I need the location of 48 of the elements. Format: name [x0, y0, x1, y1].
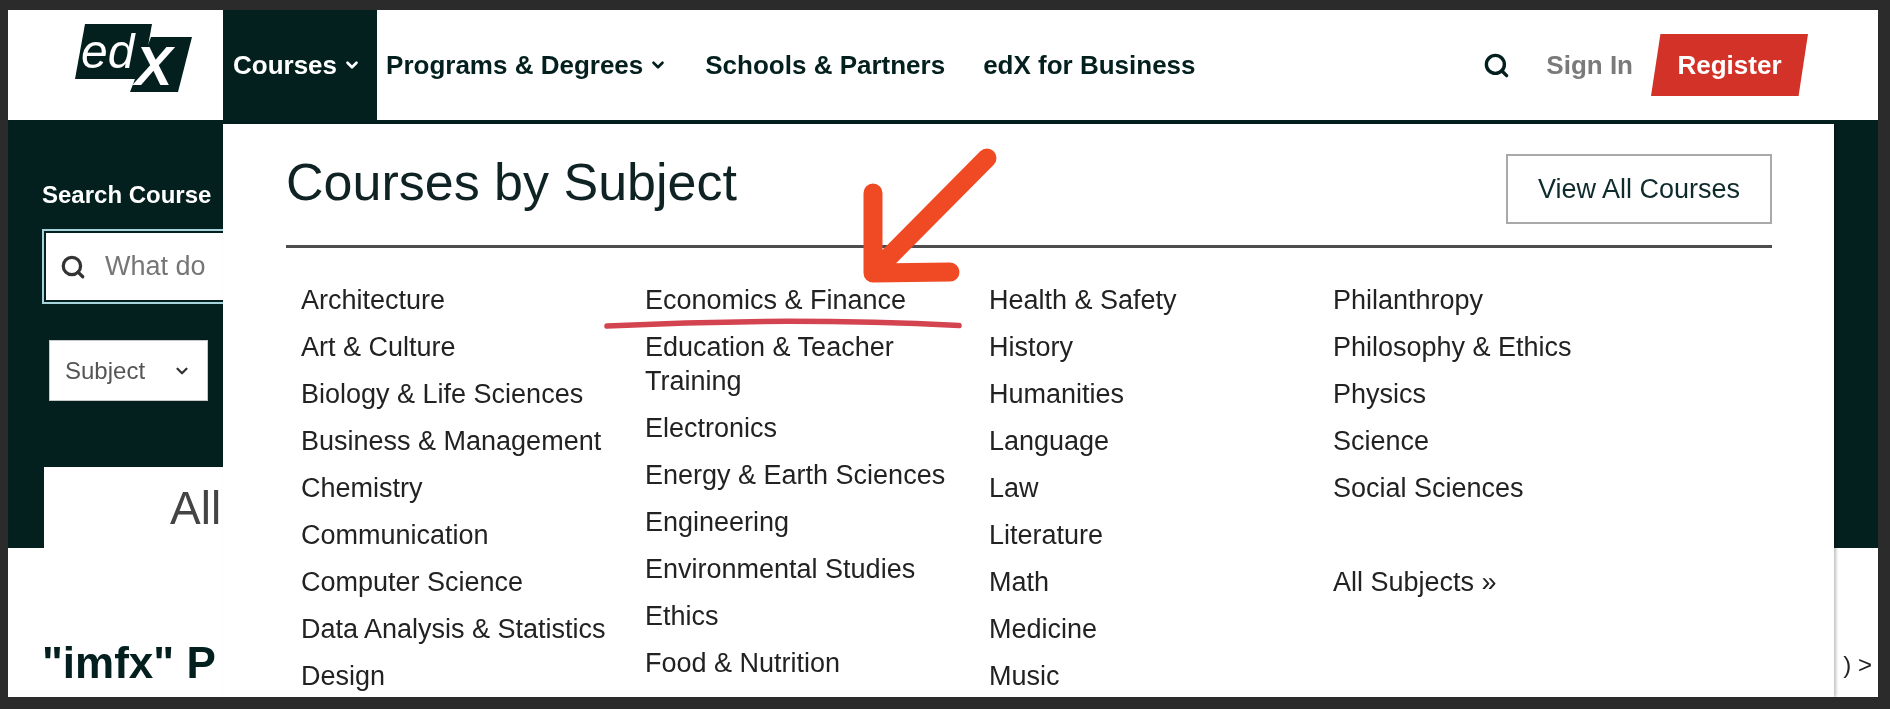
results-heading: "imfx" P [42, 637, 216, 689]
subject-link[interactable]: Communication [301, 518, 489, 552]
subject-link[interactable]: Ethics [645, 599, 719, 633]
search-label: Search Course [42, 180, 212, 210]
subject-link[interactable]: Computer Science [301, 565, 524, 599]
subject-link[interactable]: Physics [1333, 377, 1427, 411]
subject-link[interactable]: Energy & Earth Sciences [645, 458, 946, 492]
subject-link[interactable]: Food & Nutrition [645, 646, 841, 680]
subject-link[interactable]: Math [989, 565, 1050, 599]
dropdown-title: Courses by Subject [286, 154, 737, 210]
view-all-courses-button[interactable]: View All Courses [1506, 154, 1772, 224]
subject-link[interactable]: Language [989, 424, 1110, 458]
card-title: All [170, 484, 222, 531]
search-icon[interactable] [1483, 51, 1511, 79]
subject-link[interactable]: Science [1333, 424, 1430, 458]
nav-menu-item[interactable]: edX for Business [974, 10, 1225, 120]
search-input[interactable]: What do [105, 246, 217, 287]
subject-link[interactable]: Engineering [645, 505, 790, 539]
subject-link[interactable]: History [989, 330, 1073, 364]
subject-link[interactable]: Electronics [645, 411, 778, 445]
subject-link[interactable]: Literature [989, 518, 1104, 552]
register-button[interactable]: Register [1651, 34, 1808, 96]
nav-menu-item[interactable]: Schools & Partners [696, 10, 975, 120]
subject-link[interactable]: Law [989, 471, 1039, 505]
subject-link[interactable]: Business & Management [301, 424, 602, 458]
pager-link[interactable]: ) > [1843, 650, 1872, 680]
subject-select[interactable]: Subject [49, 340, 208, 401]
subject-link[interactable]: Health & Safety [989, 283, 1177, 317]
subject-link[interactable]: Design [301, 659, 386, 693]
subject-link[interactable]: Education & Teacher Training [645, 330, 965, 398]
subject-link[interactable]: Art & Culture [301, 330, 456, 364]
subject-link[interactable]: Data Analysis & Statistics [301, 612, 606, 646]
sign-in-link[interactable]: Sign In [1546, 45, 1633, 85]
subject-link[interactable]: Economics & Finance [645, 283, 907, 317]
subject-link[interactable]: Humanities [989, 377, 1125, 411]
subject-link[interactable]: Philanthropy [1333, 283, 1484, 317]
all-subjects-link[interactable]: All Subjects » [1333, 565, 1497, 599]
subject-link[interactable]: Architecture [301, 283, 446, 317]
search-icon [60, 253, 86, 280]
nav-menu-item[interactable]: Programs & Degrees [377, 10, 697, 120]
subject-link[interactable]: Social Sciences [1333, 471, 1524, 505]
subject-link[interactable]: Chemistry [301, 471, 423, 505]
subject-link[interactable]: Music [989, 659, 1060, 693]
subject-link[interactable]: Medicine [989, 612, 1098, 646]
subject-link[interactable]: Philosophy & Ethics [1333, 330, 1572, 364]
subject-link[interactable]: Environmental Studies [645, 552, 916, 586]
subject-link[interactable]: Biology & Life Sciences [301, 377, 584, 411]
nav-menu-item[interactable]: Courses [223, 10, 378, 120]
